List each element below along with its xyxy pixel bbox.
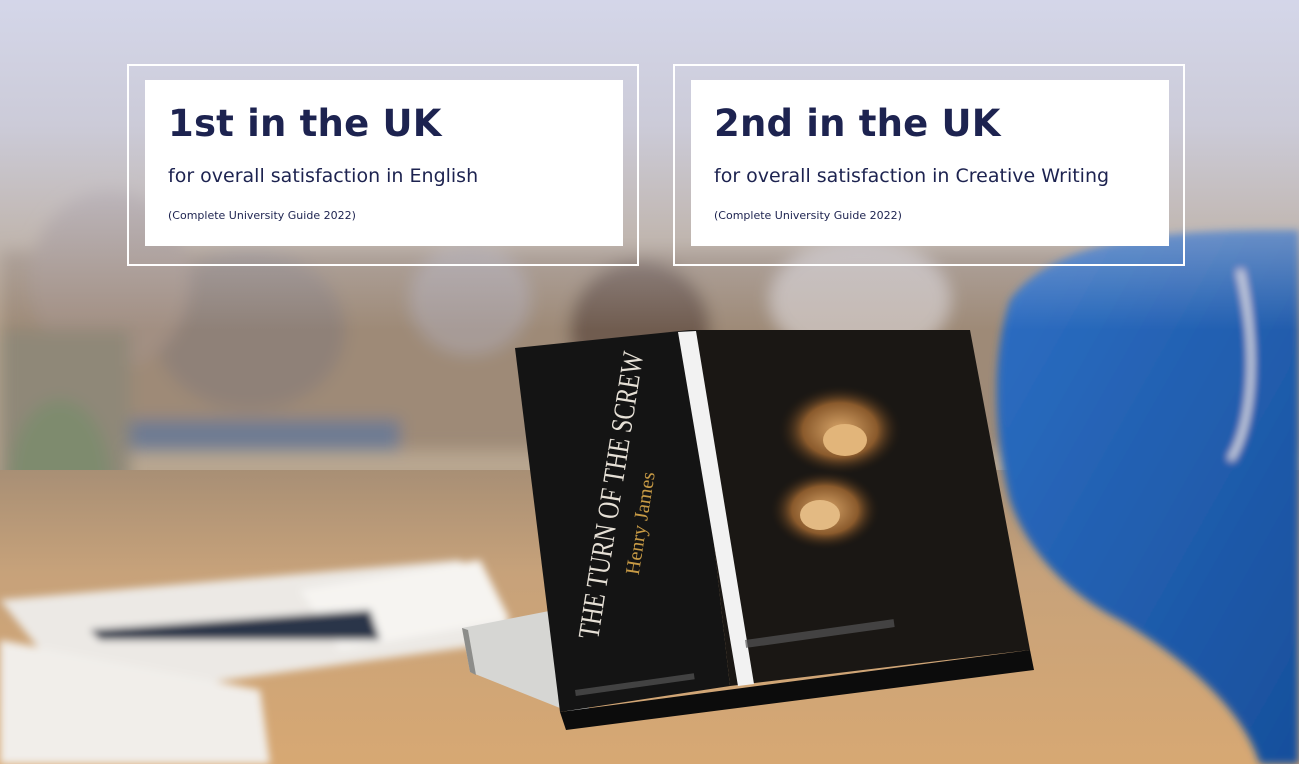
stat-source: (Complete University Guide 2022)	[168, 209, 356, 222]
stat-card-body: 2nd in the UK for overall satisfaction i…	[691, 80, 1169, 246]
stat-description: for overall satisfaction in Creative Wri…	[714, 165, 1110, 187]
stat-description: for overall satisfaction in English	[168, 165, 479, 187]
stat-rank-heading: 2nd in the UK	[714, 102, 1001, 145]
hero-banner: THE TURN OF THE SCREW Henry James 1st in…	[0, 0, 1299, 764]
stat-card-creative-writing: 2nd in the UK for overall satisfaction i…	[673, 64, 1185, 266]
stat-source: (Complete University Guide 2022)	[714, 209, 902, 222]
stat-card-body: 1st in the UK for overall satisfaction i…	[145, 80, 623, 246]
stat-rank-heading: 1st in the UK	[168, 102, 442, 145]
stat-card-english: 1st in the UK for overall satisfaction i…	[127, 64, 639, 266]
